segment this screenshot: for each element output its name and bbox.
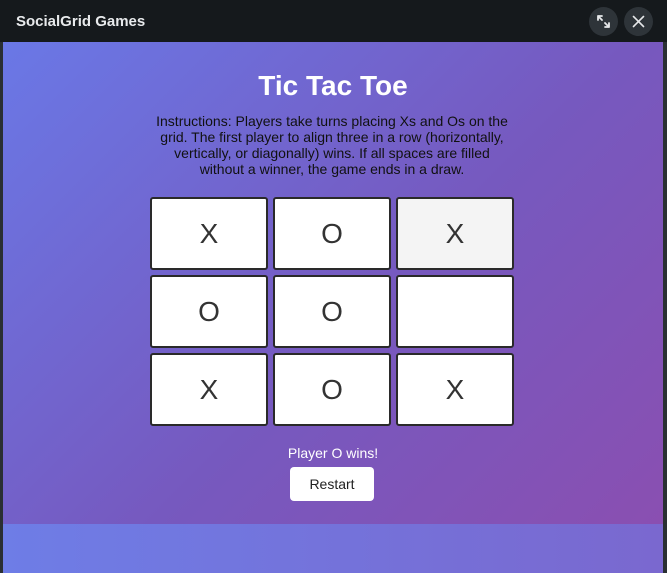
board-cell-r1c1[interactable]: X <box>150 197 268 270</box>
board-cell-r2c1[interactable]: O <box>150 275 268 348</box>
game-status: Player O wins! <box>287 445 379 461</box>
game-instructions: Instructions: Players take turns placing… <box>156 113 508 177</box>
board-cell-r1c3[interactable]: X <box>396 197 514 270</box>
game-footer <box>3 524 663 573</box>
restart-button[interactable]: Restart <box>290 467 374 501</box>
board-cell-r3c1[interactable]: X <box>150 353 268 426</box>
board-cell-r3c2[interactable]: O <box>273 353 391 426</box>
game-title: Tic Tac Toe <box>258 70 408 101</box>
board-cell-r2c2[interactable]: O <box>273 275 391 348</box>
expand-button[interactable] <box>589 6 618 36</box>
window-titlebar: SocialGrid Games <box>0 0 667 42</box>
window-controls <box>589 6 653 36</box>
expand-icon <box>597 14 610 28</box>
app-title: SocialGrid Games <box>16 12 146 30</box>
close-button[interactable] <box>624 6 653 36</box>
background-edge-right <box>663 42 667 573</box>
board-cell-r3c3[interactable]: X <box>396 353 514 426</box>
game-area: Tic Tac Toe Instructions: Players take t… <box>3 42 663 524</box>
close-icon <box>632 15 645 27</box>
board-cell-r1c2[interactable]: O <box>273 197 391 270</box>
board-cell-r2c3[interactable] <box>396 275 514 348</box>
game-board: X O X O O X O X <box>150 197 514 426</box>
